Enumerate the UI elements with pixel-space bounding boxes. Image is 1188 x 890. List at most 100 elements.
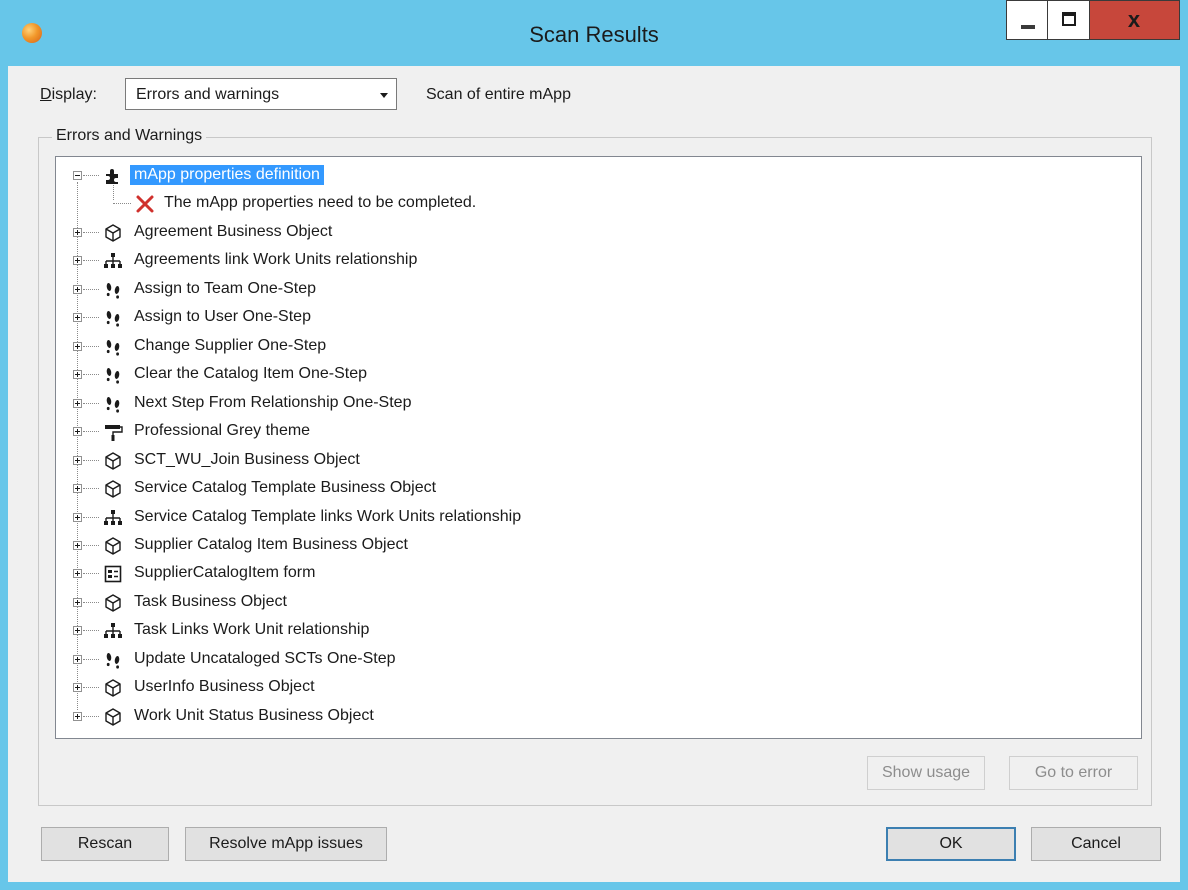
tree-node-label: Agreements link Work Units relationship xyxy=(134,251,418,268)
tree-node[interactable]: Change Supplier One-Step xyxy=(56,334,1136,362)
tree-connector xyxy=(83,630,99,631)
tree-node[interactable]: Agreements link Work Units relationship xyxy=(56,248,1136,276)
tree-node[interactable]: Update Uncataloged SCTs One-Step xyxy=(56,647,1136,675)
tree-node-label: Service Catalog Template Business Object xyxy=(134,479,437,496)
tree-node[interactable]: Service Catalog Template links Work Unit… xyxy=(56,505,1136,533)
hierarchy-icon xyxy=(103,508,123,528)
tree-connector xyxy=(83,232,99,233)
display-label: Display: xyxy=(40,86,97,103)
footsteps-icon xyxy=(103,280,123,300)
tree-node-label: Next Step From Relationship One-Step xyxy=(134,394,412,411)
expand-icon[interactable] xyxy=(73,399,82,408)
display-dropdown[interactable]: Errors and warnings xyxy=(125,78,397,110)
dialog-body: Display: Errors and warnings Scan of ent… xyxy=(8,66,1180,882)
tree-node[interactable]: UserInfo Business Object xyxy=(56,675,1136,703)
cube-icon xyxy=(103,451,123,471)
tree-node-label: Change Supplier One-Step xyxy=(134,337,327,354)
scan-results-window: Scan Results x Display: Errors and warni… xyxy=(0,0,1188,890)
tree-node-label: Task Business Object xyxy=(134,593,287,610)
puzzle-icon xyxy=(103,166,123,186)
tree-node-label: Service Catalog Template links Work Unit… xyxy=(134,508,522,525)
results-tree[interactable]: mApp properties definition The mApp prop… xyxy=(55,156,1142,739)
maximize-icon xyxy=(1062,12,1076,26)
maximize-button[interactable] xyxy=(1048,0,1090,40)
expand-icon[interactable] xyxy=(73,370,82,379)
paint-roller-icon xyxy=(103,422,123,442)
expand-icon[interactable] xyxy=(73,484,82,493)
expand-icon[interactable] xyxy=(73,598,82,607)
tree-node[interactable]: Clear the Catalog Item One-Step xyxy=(56,362,1136,390)
close-icon: x xyxy=(1127,7,1141,32)
cube-icon xyxy=(103,223,123,243)
footsteps-icon xyxy=(103,650,123,670)
tree-connector xyxy=(83,460,99,461)
chevron-down-icon[interactable] xyxy=(380,93,388,98)
expand-icon[interactable] xyxy=(73,626,82,635)
ok-button[interactable]: OK xyxy=(886,827,1016,861)
tree-connector xyxy=(83,260,99,261)
expand-icon[interactable] xyxy=(73,256,82,265)
tree-node-label: Assign to Team One-Step xyxy=(134,280,317,297)
display-dropdown-value: Errors and warnings xyxy=(136,86,280,103)
tree-node[interactable]: SupplierCatalogItem form xyxy=(56,561,1136,589)
tree-node-label: SCT_WU_Join Business Object xyxy=(134,451,360,468)
show-usage-button[interactable]: Show usage xyxy=(867,756,985,790)
tree-node-label: The mApp properties need to be completed… xyxy=(164,194,477,211)
tree-node[interactable]: Professional Grey theme xyxy=(56,419,1136,447)
go-to-error-button[interactable]: Go to error xyxy=(1009,756,1138,790)
expand-icon[interactable] xyxy=(73,541,82,550)
tree-node[interactable]: Agreement Business Object xyxy=(56,220,1136,248)
tree-connector xyxy=(83,403,99,404)
tree-node[interactable]: Assign to User One-Step xyxy=(56,305,1136,333)
tree-node[interactable]: Next Step From Relationship One-Step xyxy=(56,391,1136,419)
tree-node-child[interactable]: The mApp properties need to be completed… xyxy=(56,191,1136,219)
footsteps-icon xyxy=(103,337,123,357)
rescan-button[interactable]: Rescan xyxy=(41,827,169,861)
tree-node[interactable]: Task Links Work Unit relationship xyxy=(56,618,1136,646)
tree-node[interactable]: Task Business Object xyxy=(56,590,1136,618)
tree-node[interactable]: Assign to Team One-Step xyxy=(56,277,1136,305)
expand-icon[interactable] xyxy=(73,285,82,294)
resolve-mapp-issues-button[interactable]: Resolve mApp issues xyxy=(185,827,387,861)
tree-node-label: Professional Grey theme xyxy=(134,422,311,439)
expand-icon[interactable] xyxy=(73,569,82,578)
tree-node-label: Agreement Business Object xyxy=(134,223,333,240)
tree-node[interactable]: Service Catalog Template Business Object xyxy=(56,476,1136,504)
collapse-icon[interactable] xyxy=(73,171,82,180)
footsteps-icon xyxy=(103,394,123,414)
expand-icon[interactable] xyxy=(73,313,82,322)
cube-icon xyxy=(103,678,123,698)
tree-connector xyxy=(83,545,99,546)
tree-node-label: UserInfo Business Object xyxy=(134,678,315,695)
tree-node[interactable]: Supplier Catalog Item Business Object xyxy=(56,533,1136,561)
expand-icon[interactable] xyxy=(73,456,82,465)
tree-connector xyxy=(83,687,99,688)
tree-node-label: Supplier Catalog Item Business Object xyxy=(134,536,408,553)
expand-icon[interactable] xyxy=(73,427,82,436)
tree-node-label: Update Uncataloged SCTs One-Step xyxy=(134,650,396,667)
cube-icon xyxy=(103,593,123,613)
tree-connector xyxy=(83,346,99,347)
minimize-button[interactable] xyxy=(1006,0,1048,40)
expand-icon[interactable] xyxy=(73,228,82,237)
cube-icon xyxy=(103,707,123,727)
close-button[interactable]: x xyxy=(1090,0,1180,40)
group-caption: Errors and Warnings xyxy=(52,127,207,145)
tree-connector xyxy=(83,659,99,660)
tree-connector xyxy=(83,317,99,318)
expand-icon[interactable] xyxy=(73,683,82,692)
hierarchy-icon xyxy=(103,251,123,271)
expand-icon[interactable] xyxy=(73,513,82,522)
expand-icon[interactable] xyxy=(73,712,82,721)
tree-node[interactable]: Work Unit Status Business Object xyxy=(56,704,1136,732)
tree-connector xyxy=(83,517,99,518)
expand-icon[interactable] xyxy=(73,342,82,351)
tree-connector xyxy=(83,431,99,432)
tree-node[interactable]: SCT_WU_Join Business Object xyxy=(56,448,1136,476)
cube-icon xyxy=(103,479,123,499)
expand-icon[interactable] xyxy=(73,655,82,664)
cancel-button[interactable]: Cancel xyxy=(1031,827,1161,861)
tree-connector xyxy=(83,573,99,574)
title-bar[interactable]: Scan Results x xyxy=(0,0,1188,66)
tree-node-root[interactable]: mApp properties definition xyxy=(56,163,1136,191)
